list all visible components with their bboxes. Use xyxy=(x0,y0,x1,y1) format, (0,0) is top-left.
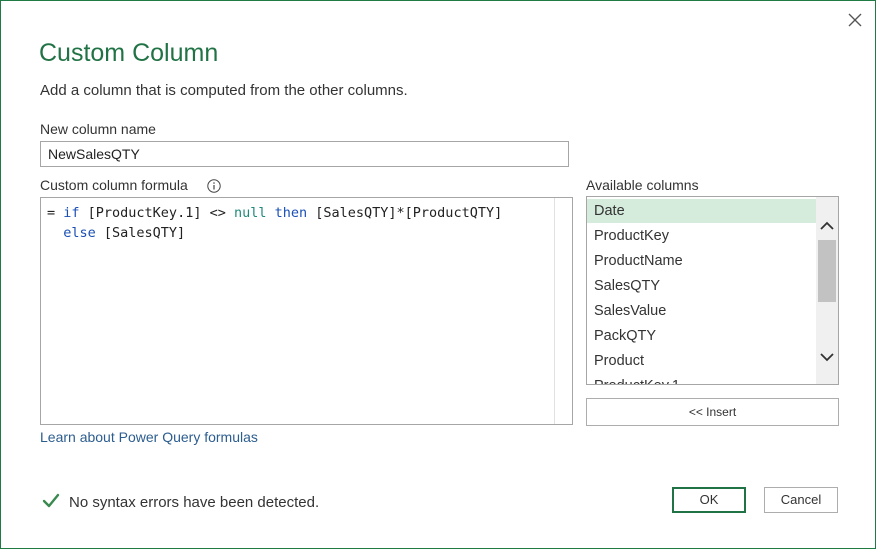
column-item-product[interactable]: Product xyxy=(587,349,816,373)
column-item-productkey[interactable]: ProductKey xyxy=(587,224,816,248)
custom-column-dialog: Custom Column Add a column that is compu… xyxy=(0,0,876,549)
column-item-date[interactable]: Date xyxy=(587,199,816,223)
columns-scrollbar[interactable] xyxy=(816,197,838,384)
column-item-packqty[interactable]: PackQTY xyxy=(587,324,816,348)
formula-part2: [SalesQTY]*[ProductQTY] xyxy=(307,205,503,221)
ok-button[interactable]: OK xyxy=(672,487,746,513)
column-item-salesqty[interactable]: SalesQTY xyxy=(587,274,816,298)
formula-scrollbar-track xyxy=(554,198,555,424)
dialog-title: Custom Column xyxy=(39,39,219,67)
formula-text[interactable]: = if [ProductKey.1] <> null then [SalesQ… xyxy=(47,203,502,243)
syntax-status-text: No syntax errors have been detected. xyxy=(69,494,320,511)
chevron-down-icon[interactable] xyxy=(818,348,836,366)
column-item-productkey-1[interactable]: ProductKey.1 xyxy=(587,374,816,384)
new-column-name-input[interactable] xyxy=(40,141,569,167)
formula-eq: = xyxy=(47,205,64,221)
learn-power-query-link[interactable]: Learn about Power Query formulas xyxy=(40,429,258,445)
keyword-if: if xyxy=(63,205,80,221)
formula-label: Custom column formula xyxy=(40,177,188,193)
cancel-button[interactable]: Cancel xyxy=(764,487,838,513)
column-item-productname[interactable]: ProductName xyxy=(587,249,816,273)
checkmark-icon xyxy=(42,493,60,508)
formula-part1: [ProductKey.1] <> xyxy=(79,205,234,221)
available-columns-label: Available columns xyxy=(586,177,699,193)
keyword-then: then xyxy=(274,205,308,221)
keyword-null: null xyxy=(233,205,267,221)
scrollbar-thumb[interactable] xyxy=(818,240,836,302)
chevron-up-icon[interactable] xyxy=(818,217,836,235)
insert-button[interactable]: << Insert xyxy=(586,398,839,426)
new-column-name-label: New column name xyxy=(40,121,156,137)
dialog-subtitle: Add a column that is computed from the o… xyxy=(40,82,408,99)
column-item-salesvalue[interactable]: SalesValue xyxy=(587,299,816,323)
info-icon[interactable] xyxy=(207,179,221,193)
formula-editor[interactable]: = if [ProductKey.1] <> null then [SalesQ… xyxy=(40,197,573,425)
keyword-else: else xyxy=(63,225,96,241)
formula-else-part: [SalesQTY] xyxy=(95,225,186,241)
available-columns-list[interactable]: Date ProductKey ProductName SalesQTY Sal… xyxy=(586,196,839,385)
close-icon[interactable] xyxy=(843,9,867,31)
